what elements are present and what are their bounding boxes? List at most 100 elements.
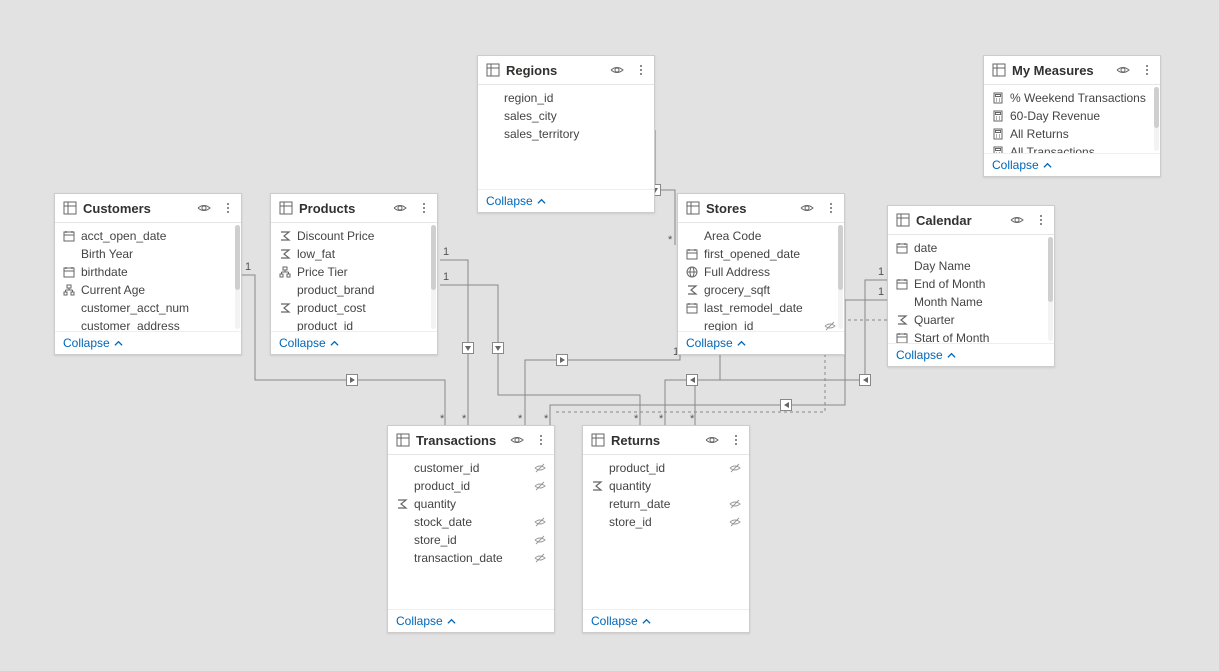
field-row[interactable]: product_id: [388, 477, 554, 495]
more-options-icon[interactable]: [1140, 63, 1154, 77]
field-row[interactable]: Area Code: [678, 227, 844, 245]
field-row[interactable]: product_id: [271, 317, 437, 331]
field-row[interactable]: Price Tier: [271, 263, 437, 281]
table-customers[interactable]: Customers acct_open_dateBirth Yearbirthd…: [54, 193, 242, 355]
field-row[interactable]: date: [888, 239, 1054, 257]
field-row[interactable]: return_date: [583, 495, 749, 513]
table-title: Returns: [611, 433, 695, 448]
field-name: Birth Year: [81, 247, 233, 261]
hidden-icon: [824, 320, 836, 331]
field-row[interactable]: All Transactions: [984, 143, 1160, 153]
field-row[interactable]: acct_open_date: [55, 227, 241, 245]
visibility-icon[interactable]: [705, 433, 719, 447]
field-row[interactable]: quantity: [388, 495, 554, 513]
field-name: customer_acct_num: [81, 301, 233, 315]
visibility-icon[interactable]: [510, 433, 524, 447]
field-name: Area Code: [704, 229, 836, 243]
field-row[interactable]: quantity: [583, 477, 749, 495]
field-row[interactable]: store_id: [583, 513, 749, 531]
table-icon: [591, 433, 605, 447]
more-options-icon[interactable]: [417, 201, 431, 215]
collapse-button[interactable]: Collapse: [396, 614, 456, 628]
field-row[interactable]: Discount Price: [271, 227, 437, 245]
field-row[interactable]: product_id: [583, 459, 749, 477]
table-icon: [686, 201, 700, 215]
table-stores[interactable]: Stores Area Code first_opened_dateFull Ad…: [677, 193, 845, 355]
table-icon: [396, 433, 410, 447]
calc-icon: [992, 92, 1004, 104]
model-canvas[interactable]: { "collapse_label":"Collapse", "tables":…: [0, 0, 1219, 671]
table-my-measures[interactable]: My Measures % Weekend Transactions60-Day…: [983, 55, 1161, 177]
field-row[interactable]: transaction_date: [388, 549, 554, 567]
field-row[interactable]: store_id: [388, 531, 554, 549]
sum-icon: [896, 314, 908, 326]
collapse-button[interactable]: Collapse: [896, 348, 956, 362]
table-products[interactable]: Products Discount Pricelow_fatPrice Tier…: [270, 193, 438, 355]
field-name: All Transactions: [1010, 145, 1152, 153]
more-options-icon[interactable]: [221, 201, 235, 215]
table-calendar[interactable]: Calendar dateDay NameEnd of MonthMonth N…: [887, 205, 1055, 367]
field-name: customer_id: [414, 461, 528, 475]
blank-icon: [486, 92, 498, 104]
field-row[interactable]: Full Address: [678, 263, 844, 281]
visibility-icon[interactable]: [610, 63, 624, 77]
field-name: return_date: [609, 497, 723, 511]
collapse-button[interactable]: Collapse: [279, 336, 339, 350]
filter-direction-icon: [780, 399, 792, 411]
more-options-icon[interactable]: [729, 433, 743, 447]
date-icon: [686, 248, 698, 260]
visibility-icon[interactable]: [800, 201, 814, 215]
field-row[interactable]: stock_date: [388, 513, 554, 531]
collapse-button[interactable]: Collapse: [63, 336, 123, 350]
more-options-icon[interactable]: [634, 63, 648, 77]
field-name: Month Name: [914, 295, 1046, 309]
visibility-icon[interactable]: [1010, 213, 1024, 227]
collapse-button[interactable]: Collapse: [486, 194, 546, 208]
field-row[interactable]: customer_address: [55, 317, 241, 331]
field-row[interactable]: last_remodel_date: [678, 299, 844, 317]
field-row[interactable]: Day Name: [888, 257, 1054, 275]
field-row[interactable]: low_fat: [271, 245, 437, 263]
table-returns[interactable]: Returns product_idquantity return_datesto…: [582, 425, 750, 633]
more-options-icon[interactable]: [1034, 213, 1048, 227]
blank-icon: [486, 110, 498, 122]
field-row[interactable]: % Weekend Transactions: [984, 89, 1160, 107]
table-regions[interactable]: Regions region_idsales_citysales_territo…: [477, 55, 655, 213]
field-row[interactable]: customer_id: [388, 459, 554, 477]
field-row[interactable]: 60-Day Revenue: [984, 107, 1160, 125]
field-row[interactable]: product_brand: [271, 281, 437, 299]
svg-text:1: 1: [878, 286, 884, 298]
field-row[interactable]: Month Name: [888, 293, 1054, 311]
visibility-icon[interactable]: [393, 201, 407, 215]
field-name: End of Month: [914, 277, 1046, 291]
field-row[interactable]: All Returns: [984, 125, 1160, 143]
collapse-button[interactable]: Collapse: [992, 158, 1052, 172]
visibility-icon[interactable]: [1116, 63, 1130, 77]
collapse-button[interactable]: Collapse: [686, 336, 746, 350]
field-row[interactable]: sales_city: [478, 107, 654, 125]
field-row[interactable]: Quarter: [888, 311, 1054, 329]
more-options-icon[interactable]: [534, 433, 548, 447]
field-row[interactable]: Start of Month: [888, 329, 1054, 343]
table-title: Stores: [706, 201, 790, 216]
hidden-icon: [534, 480, 546, 492]
field-row[interactable]: End of Month: [888, 275, 1054, 293]
field-row[interactable]: customer_acct_num: [55, 299, 241, 317]
table-transactions[interactable]: Transactions customer_idproduct_idquanti…: [387, 425, 555, 633]
field-row[interactable]: Current Age: [55, 281, 241, 299]
field-row[interactable]: region_id: [678, 317, 844, 331]
more-options-icon[interactable]: [824, 201, 838, 215]
field-row[interactable]: product_cost: [271, 299, 437, 317]
field-row[interactable]: first_opened_date: [678, 245, 844, 263]
field-row[interactable]: Birth Year: [55, 245, 241, 263]
collapse-button[interactable]: Collapse: [591, 614, 651, 628]
field-row[interactable]: region_id: [478, 89, 654, 107]
field-row[interactable]: grocery_sqft: [678, 281, 844, 299]
hidden-icon: [534, 552, 546, 564]
field-row[interactable]: sales_territory: [478, 125, 654, 143]
visibility-icon[interactable]: [197, 201, 211, 215]
field-name: customer_address: [81, 319, 233, 331]
table-icon: [279, 201, 293, 215]
sum-icon: [591, 480, 603, 492]
field-row[interactable]: birthdate: [55, 263, 241, 281]
